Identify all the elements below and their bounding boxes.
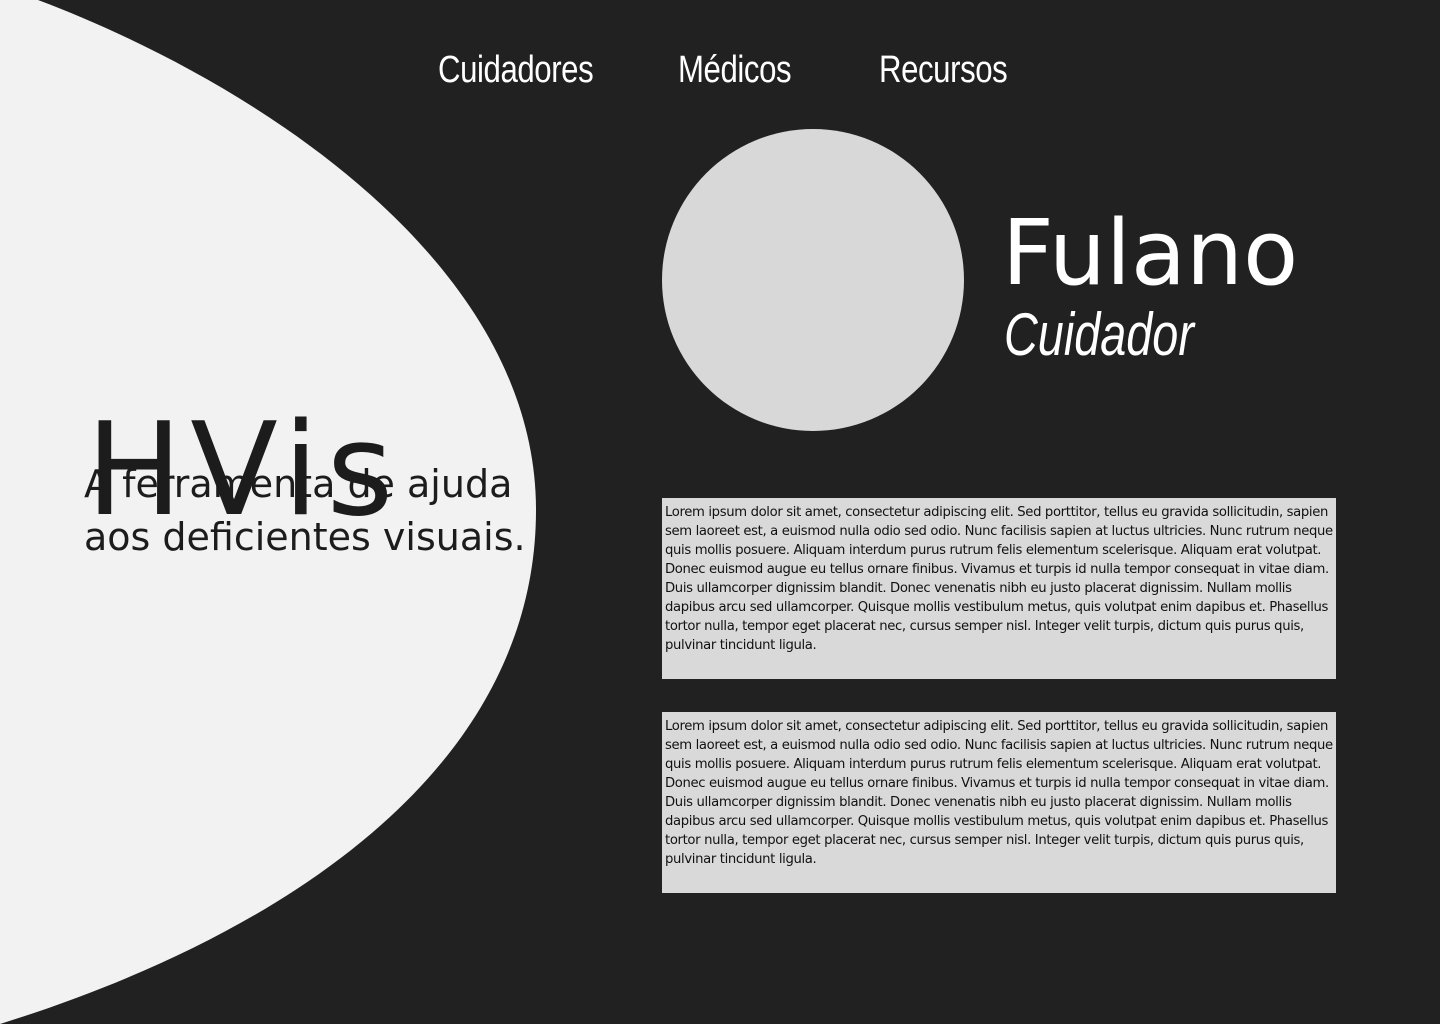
content-paragraph-1: Lorem ipsum dolor sit amet, consectetur …: [665, 505, 1333, 653]
avatar: [662, 129, 964, 431]
nav-link-cuidadores[interactable]: Cuidadores: [438, 44, 594, 96]
profile-name: Fulano: [1002, 201, 1299, 306]
profile-role: Cuidador: [1004, 301, 1194, 368]
nav-link-recursos[interactable]: Recursos: [879, 44, 1008, 96]
content-text-box-2: Lorem ipsum dolor sit amet, consectetur …: [662, 712, 1336, 893]
nav-link-medicos[interactable]: Médicos: [678, 44, 792, 96]
content-paragraph-2: Lorem ipsum dolor sit amet, consectetur …: [665, 719, 1333, 867]
brand-tagline: A ferramenta de ajuda aos deficientes vi…: [84, 458, 544, 564]
tagline-line-1: A ferramenta de ajuda: [84, 462, 513, 506]
top-navigation: Cuidadores Médicos Recursos: [0, 44, 1440, 100]
content-text-box-1: Lorem ipsum dolor sit amet, consectetur …: [662, 498, 1336, 679]
tagline-line-2: aos deficientes visuais.: [84, 515, 526, 559]
